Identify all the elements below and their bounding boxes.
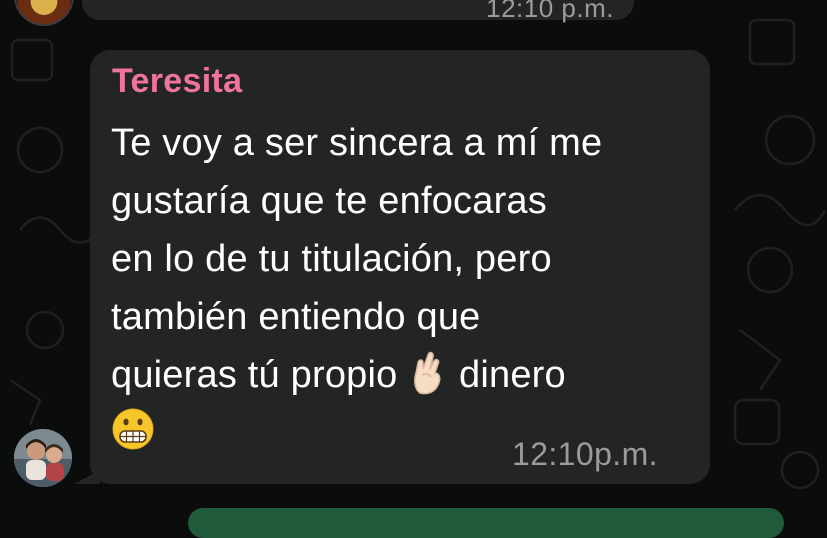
sender-name[interactable]: Teresita: [112, 62, 242, 101]
avatar-photo-icon: [14, 429, 72, 487]
message-line: en lo de tu titulación, pero: [111, 238, 552, 280]
previous-message-time: 12:10 p.m.: [486, 0, 614, 23]
previous-message-bubble[interactable]: 12:10 p.m.: [82, 0, 634, 23]
sender-avatar[interactable]: [14, 429, 72, 487]
message-line: Te voy a ser sincera a mí me: [111, 122, 603, 164]
message-line: gustaría que te enfocaras: [111, 180, 547, 222]
message-line: dinero: [459, 354, 566, 396]
message-line: también entiendo que: [111, 296, 481, 338]
crossed-fingers-emoji-icon: [414, 351, 441, 395]
message-line: quieras tú propio: [111, 354, 398, 396]
grimacing-face-emoji-icon: [112, 408, 154, 450]
message-time: 12:10p.m.: [512, 436, 658, 472]
message-line-with-emoji: quieras tú propio dinero: [111, 346, 696, 404]
message-text: Te voy a ser sincera a mí me gustaría qu…: [111, 114, 696, 462]
